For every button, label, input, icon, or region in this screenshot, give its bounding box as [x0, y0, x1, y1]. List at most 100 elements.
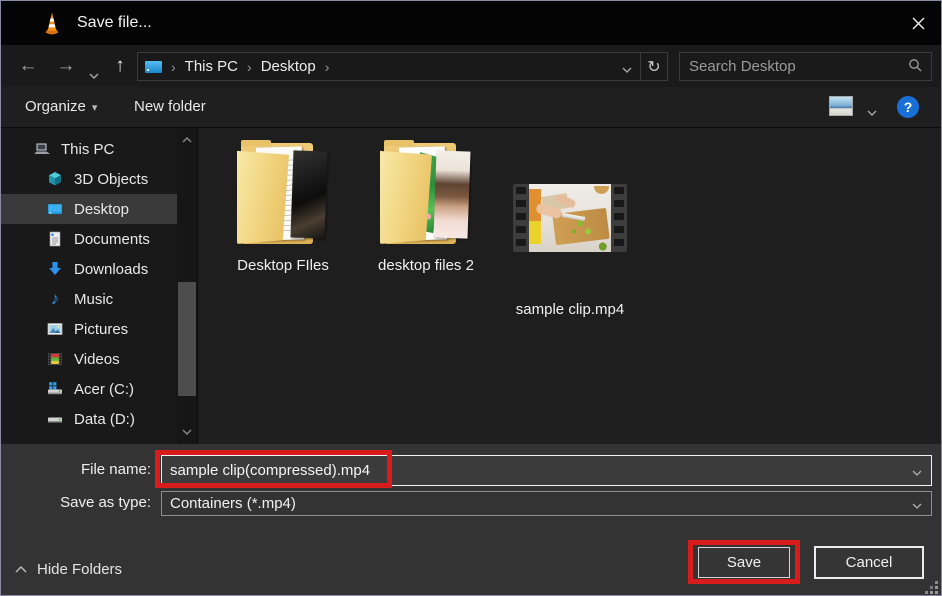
sidebar-item-label: Data (D:) — [74, 410, 135, 428]
address-dropdown-button[interactable] — [614, 56, 640, 78]
chevron-down-icon — [89, 73, 99, 79]
forward-arrow-icon: → — [56, 55, 76, 76]
chevron-down-icon — [182, 429, 192, 435]
sidebar-item-label: 3D Objects — [74, 170, 149, 188]
drive-icon — [46, 410, 64, 428]
monitor-icon — [46, 200, 64, 218]
chevron-down-icon — [867, 110, 877, 116]
titlebar: Save file... — [1, 1, 941, 45]
sidebar-item-label: Desktop — [74, 200, 130, 218]
file-name-label: File name: — [80, 461, 151, 478]
file-name-input[interactable] — [162, 461, 906, 480]
sidebar-item-label: This PC — [61, 140, 115, 158]
breadcrumb-separator: › — [324, 58, 330, 75]
command-toolbar: Organize ▾ New folder ? — [1, 87, 941, 128]
sidebar-item-downloads[interactable]: Downloads — [1, 254, 177, 284]
cancel-button[interactable]: Cancel — [814, 546, 924, 579]
file-name-combo — [161, 455, 932, 486]
file-label: sample clip.mp4 — [515, 301, 625, 318]
back-button[interactable]: ← — [13, 52, 43, 80]
view-options-dropdown[interactable] — [867, 103, 877, 121]
save-as-type-dropdown[interactable] — [906, 493, 931, 514]
save-as-type-value: Containers (*.mp4) — [170, 495, 296, 512]
sidebar-item-data-d[interactable]: Data (D:) — [1, 404, 177, 434]
chevron-up-icon — [15, 565, 27, 573]
save-as-type-select[interactable]: Containers (*.mp4) — [161, 491, 932, 516]
sidebar-item-videos[interactable]: Videos — [1, 344, 177, 374]
folder-icon — [235, 140, 331, 250]
cube-icon — [46, 170, 64, 188]
help-icon: ? — [903, 99, 913, 115]
save-form-panel: File name: Save as type: Containers (*.m… — [1, 444, 941, 595]
download-icon — [46, 260, 64, 278]
file-name-dropdown[interactable] — [906, 460, 931, 481]
navigation-sidebar: This PC 3D Objects Desktop Documents Dow… — [1, 128, 198, 444]
breadcrumb-this-pc[interactable]: This PC — [185, 58, 238, 75]
file-tile-desktop-files[interactable]: Desktop FIles — [223, 140, 343, 274]
scrollbar-down-button[interactable] — [177, 422, 197, 442]
close-icon — [912, 17, 924, 29]
film-icon — [46, 350, 64, 368]
sidebar-item-pictures[interactable]: Pictures — [1, 314, 177, 344]
refresh-button[interactable]: ↻ — [641, 57, 667, 77]
sidebar-item-music[interactable]: ♪ Music — [1, 284, 177, 314]
sidebar-item-3d-objects[interactable]: 3D Objects — [1, 164, 177, 194]
help-button[interactable]: ? — [897, 96, 919, 118]
organize-button[interactable]: Organize ▾ — [25, 87, 97, 127]
file-label: Desktop FIles — [237, 257, 329, 274]
chevron-down-icon — [912, 470, 922, 476]
sidebar-item-desktop[interactable]: Desktop — [1, 194, 177, 224]
scrollbar-thumb[interactable] — [178, 282, 196, 396]
hide-folders-toggle[interactable]: Hide Folders — [15, 557, 122, 581]
folder-icon — [378, 140, 474, 250]
file-tile-desktop-files-2[interactable]: desktop files 2 — [366, 140, 486, 274]
save-file-dialog: Save file... ← → ↑ › This PC › Desktop ›… — [0, 0, 942, 596]
music-note-icon: ♪ — [50, 289, 60, 308]
save-as-type-label: Save as type: — [60, 494, 151, 511]
refresh-icon: ↻ — [647, 58, 661, 76]
back-arrow-icon: ← — [18, 55, 38, 76]
dialog-content: This PC 3D Objects Desktop Documents Dow… — [1, 128, 941, 444]
sidebar-item-acer-c[interactable]: Acer (C:) — [1, 374, 177, 404]
search-input[interactable] — [680, 57, 904, 76]
view-thumbnails-button[interactable] — [829, 96, 853, 116]
sidebar-item-label: Music — [74, 290, 114, 308]
search-box — [679, 52, 932, 81]
up-button[interactable]: ↑ — [107, 52, 133, 80]
video-thumbnail-icon — [513, 184, 627, 252]
chevron-down-icon — [912, 503, 922, 509]
organize-label: Organize — [25, 98, 86, 115]
chevron-down-icon — [622, 67, 632, 73]
sidebar-scrollbar[interactable] — [177, 128, 197, 444]
sidebar-item-label: Videos — [74, 350, 120, 368]
hide-folders-label: Hide Folders — [37, 560, 123, 578]
file-label: desktop files 2 — [378, 257, 474, 274]
this-pc-monitor-icon — [145, 60, 162, 73]
sidebar-item-this-pc[interactable]: This PC — [1, 134, 177, 164]
chevron-down-icon: ▾ — [91, 102, 98, 114]
pc-icon — [33, 140, 51, 158]
forward-button[interactable]: → — [51, 52, 81, 80]
recent-locations-button[interactable] — [85, 52, 103, 79]
chevron-up-icon — [182, 137, 192, 143]
save-button[interactable]: Save — [698, 547, 790, 578]
sidebar-item-label: Pictures — [74, 320, 129, 338]
new-folder-button[interactable]: New folder — [134, 87, 206, 127]
up-arrow-icon: ↑ — [115, 55, 125, 76]
breadcrumb-desktop[interactable]: Desktop — [261, 58, 316, 75]
window-title: Save file... — [77, 14, 152, 31]
resize-grip[interactable] — [924, 580, 938, 594]
new-folder-label: New folder — [134, 98, 206, 115]
navigation-bar: ← → ↑ › This PC › Desktop › ↻ — [1, 45, 941, 87]
vlc-cone-icon — [45, 12, 59, 34]
close-button[interactable] — [903, 9, 933, 37]
search-icon[interactable] — [904, 56, 931, 77]
scrollbar-up-button[interactable] — [177, 130, 197, 150]
address-bar[interactable]: › This PC › Desktop › ↻ — [137, 52, 668, 81]
sidebar-item-label: Documents — [74, 230, 150, 248]
file-tile-sample-clip[interactable]: sample clip.mp4 — [510, 140, 630, 318]
breadcrumb-separator: › — [247, 58, 252, 75]
sidebar-item-label: Acer (C:) — [74, 380, 134, 398]
sidebar-item-documents[interactable]: Documents — [1, 224, 177, 254]
drive-windows-icon — [46, 380, 64, 398]
